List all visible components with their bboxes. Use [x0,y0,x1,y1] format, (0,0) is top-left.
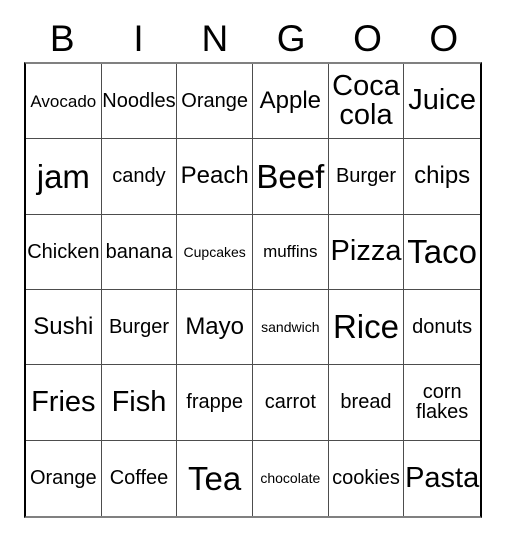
bingo-cell[interactable]: Pizza [328,214,405,290]
bingo-cell[interactable]: donuts [404,290,480,366]
bingo-cell[interactable]: Avocado [26,64,102,140]
bingo-cell[interactable]: chocolate [252,440,329,516]
bingo-cell-label: banana [105,240,173,263]
bingo-cell-label: Pasta [405,461,480,494]
bingo-cell-label: Juice [408,84,476,117]
bingo-cell[interactable]: Chicken [26,214,102,290]
bingo-header-letter-4: O [329,14,405,62]
bingo-cell-label: donuts [412,315,473,338]
bingo-cell-label: Rice [332,308,399,346]
bingo-cell-label: Beef [256,157,325,195]
bingo-cell-label: corn flakes [416,381,469,424]
bingo-cell[interactable]: Orange [177,64,253,140]
bingo-cell[interactable]: Fries [26,365,102,441]
bingo-cell[interactable]: chips [404,139,480,215]
bingo-cell[interactable]: Fish [101,365,178,441]
bingo-cell[interactable]: Tea [177,440,253,516]
header-letter-text: G [276,17,306,59]
header-letter-text: N [201,17,229,59]
bingo-cell-label: bread [340,391,392,414]
bingo-header-letter-1: I [100,14,176,62]
bingo-cell-label: Noodles [102,89,176,112]
bingo-cell-label: Taco [407,233,478,270]
bingo-cell-label: Fries [31,385,96,418]
bingo-cell-label: Mayo [185,312,244,340]
bingo-cell-label: Cupcakes [183,243,246,260]
bingo-cell-label: sandwich [261,319,320,336]
bingo-header-letter-3: G [253,14,329,62]
bingo-cell-label: Peach [180,162,249,190]
bingo-cell[interactable]: Pasta [404,440,480,516]
bingo-cell[interactable]: banana [101,214,178,290]
bingo-cell[interactable]: sandwich [252,290,329,366]
header-letter-text: B [49,17,75,59]
bingo-cell[interactable]: Juice [404,64,480,140]
bingo-cell-label: Orange [181,89,249,112]
bingo-cell[interactable]: cookies [328,440,405,516]
bingo-cell[interactable]: Apple [252,64,329,140]
bingo-cell-label: cookies [332,467,400,490]
bingo-cell-label: Coca cola [332,69,400,132]
bingo-cell[interactable]: Coffee [101,440,178,516]
bingo-cell-label: Pizza [330,235,402,268]
bingo-header-letter-0: B [24,14,100,62]
bingo-cell[interactable]: Burger [101,290,178,366]
bingo-cell-label: Burger [335,165,396,188]
bingo-cell[interactable]: Sushi [26,290,102,366]
bingo-cell-label: Fish [111,385,167,418]
bingo-cell[interactable]: Orange [26,440,102,516]
bingo-cell-label: frappe [186,391,244,414]
bingo-cell[interactable]: jam [26,139,102,215]
bingo-cell-label: Tea [188,459,242,497]
bingo-cell[interactable]: Beef [252,139,329,215]
bingo-header-letter-5: O [406,14,482,62]
bingo-cell[interactable]: Mayo [177,290,253,366]
bingo-cell[interactable]: candy [101,139,178,215]
header-letter-text: O [353,17,382,59]
bingo-cell[interactable]: Peach [177,139,253,215]
bingo-cell-label: Burger [108,315,169,338]
bingo-cell[interactable]: muffins [252,214,329,290]
bingo-cell[interactable]: frappe [177,365,253,441]
bingo-cell-label: Coffee [109,467,169,490]
bingo-cell-label: chocolate [260,470,321,487]
bingo-cell-label: Orange [29,467,97,490]
bingo-cell[interactable]: Noodles [101,64,178,140]
bingo-cell-label: Apple [259,86,322,114]
bingo-cell[interactable]: corn flakes [404,365,480,441]
bingo-cell-label: carrot [264,391,316,414]
bingo-header-row: B I N G O O [24,14,482,62]
bingo-cell[interactable]: carrot [252,365,329,441]
bingo-cell[interactable]: bread [328,365,405,441]
bingo-cell[interactable]: Coca cola [328,64,405,140]
bingo-card: B I N G O O Avocado Noodles Orange Apple… [0,0,506,544]
bingo-cell-label: Avocado [30,91,97,111]
bingo-cell-label: chips [414,162,471,190]
bingo-cell-label: Chicken [27,240,100,263]
bingo-cell[interactable]: Cupcakes [177,214,253,290]
header-letter-text: O [429,17,459,59]
header-letter-text: I [133,17,144,59]
bingo-grid: Avocado Noodles Orange Apple Coca cola J… [24,62,482,518]
bingo-cell[interactable]: Rice [328,290,405,366]
bingo-cell-label: candy [112,165,166,188]
bingo-header-letter-2: N [177,14,253,62]
bingo-cell-label: jam [36,157,90,195]
bingo-cell[interactable]: Taco [404,214,480,290]
bingo-cell[interactable]: Burger [328,139,405,215]
bingo-cell-label: muffins [263,242,318,262]
bingo-cell-label: Sushi [33,312,94,340]
